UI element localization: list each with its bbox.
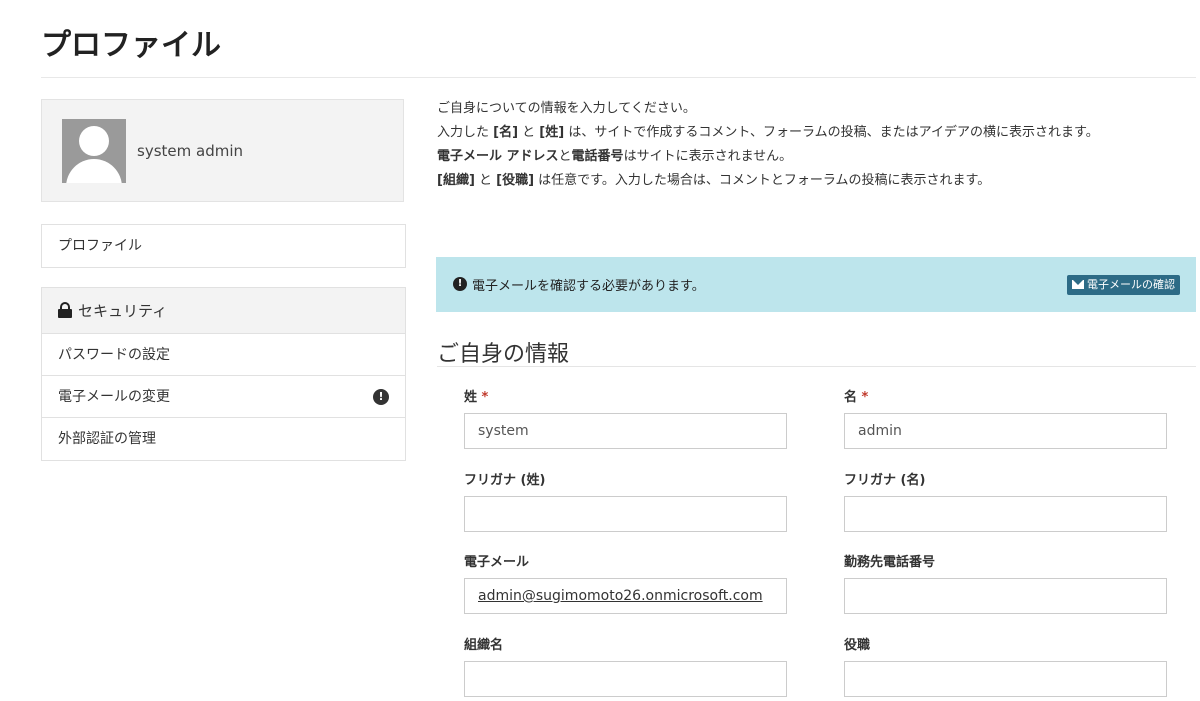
job-title-field: 役職 (844, 638, 1167, 697)
last-name-input[interactable]: system (464, 413, 787, 449)
intro-text: ご自身についての情報を入力してください。 入力した [名] と [姓] は、サイ… (437, 99, 1099, 195)
alert-message: 電子メールを確認する必要があります。 (472, 279, 705, 294)
field-label: 名 * (844, 390, 869, 405)
text-part: は、サイトで作成するコメント、フォーラムの投稿、またはアイデアの横に表示されます… (564, 125, 1099, 140)
intro-line-3: 電子メール アドレスと電話番号はサイトに表示されません。 (437, 147, 1099, 171)
sidebar-item-external-auth[interactable]: 外部認証の管理 (42, 418, 405, 460)
user-card: system admin (41, 99, 404, 202)
sidebar-item-set-password[interactable]: パスワードの設定 (42, 334, 405, 376)
text-part: と (518, 125, 540, 140)
section-title: ご自身の情報 (437, 342, 570, 367)
intro-line-4: [組織] と [役職] は任意です。入力した場合は、コメントとフォーラムの投稿に… (437, 171, 1099, 195)
warning-icon: ! (373, 389, 389, 405)
section-divider (437, 366, 1196, 367)
envelope-icon (1072, 280, 1084, 289)
field-label: 姓 * (464, 390, 489, 405)
email-verify-alert: ! 電子メールを確認する必要があります。 電子メールの確認 (436, 257, 1196, 312)
job-title-input[interactable] (844, 661, 1167, 697)
field-label: 組織名 (464, 638, 504, 653)
field-label: 勤務先電話番号 (844, 555, 936, 570)
last-name-kana-input[interactable] (464, 496, 787, 532)
sidebar-item-label: 電子メールの変更 (58, 389, 170, 405)
text-part: と (474, 173, 497, 188)
first-name-kana-field: フリガナ (名) (844, 473, 1167, 532)
verify-email-button[interactable]: 電子メールの確認 (1067, 275, 1180, 295)
first-name-input[interactable]: admin (844, 413, 1167, 449)
field-label: フリガナ (名) (844, 473, 926, 488)
work-phone-field: 勤務先電話番号 (844, 555, 1167, 614)
field-label: 電子メール (464, 555, 530, 570)
sidebar-item-change-email[interactable]: 電子メールの変更 ! (42, 376, 405, 418)
bold-organization: [組織] (437, 173, 475, 188)
verify-email-button-label: 電子メールの確認 (1087, 278, 1175, 291)
work-phone-input[interactable] (844, 578, 1167, 614)
title-divider (41, 77, 1196, 78)
text-part: はサイトに表示されません。 (623, 149, 793, 164)
first-name-kana-input[interactable] (844, 496, 1167, 532)
required-mark: * (861, 390, 869, 405)
last-name-field: 姓 * system (464, 390, 787, 449)
user-name: system admin (137, 142, 243, 160)
security-nav: セキュリティ パスワードの設定 電子メールの変更 ! 外部認証の管理 (41, 287, 406, 461)
bold-phone: 電話番号 (571, 149, 624, 164)
sidebar-item-label: パスワードの設定 (58, 347, 170, 363)
avatar-icon (62, 119, 126, 183)
organization-field: 組織名 (464, 638, 787, 697)
field-label: 役職 (844, 638, 871, 653)
bold-first-name: [名] (493, 125, 519, 140)
text-part: は任意です。入力した場合は、コメントとフォーラムの投稿に表示されます。 (534, 173, 991, 188)
text-part: 入力した (437, 125, 494, 140)
exclamation-icon: ! (453, 277, 467, 291)
sidebar-item-label: 外部認証の管理 (58, 431, 156, 447)
bold-job-title: [役職] (496, 173, 535, 188)
first-name-field: 名 * admin (844, 390, 1167, 449)
intro-line-1: ご自身についての情報を入力してください。 (437, 101, 696, 116)
page-title: プロファイル (41, 28, 221, 63)
lock-icon (58, 302, 72, 318)
security-heading: セキュリティ (42, 288, 405, 334)
last-name-kana-field: フリガナ (姓) (464, 473, 787, 532)
security-heading-label: セキュリティ (78, 302, 168, 320)
profile-nav: プロファイル (41, 224, 406, 268)
text-part: と (558, 149, 572, 164)
required-mark: * (481, 390, 489, 405)
email-input[interactable]: admin@sugimomoto26.onmicrosoft.com (464, 578, 787, 614)
sidebar-item-profile[interactable]: プロファイル (42, 225, 405, 267)
bold-last-name: [姓] (539, 125, 565, 140)
intro-line-2: 入力した [名] と [姓] は、サイトで作成するコメント、フォーラムの投稿、ま… (437, 123, 1099, 147)
email-field: 電子メール admin@sugimomoto26.onmicrosoft.com (464, 555, 787, 614)
field-label: フリガナ (姓) (464, 473, 546, 488)
bold-email: 電子メール アドレス (437, 149, 559, 164)
organization-input[interactable] (464, 661, 787, 697)
